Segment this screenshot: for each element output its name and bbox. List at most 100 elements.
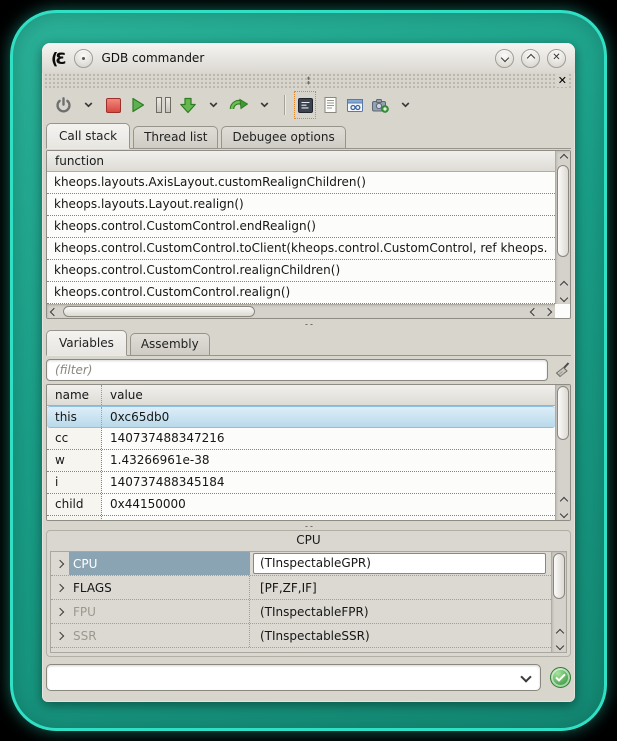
tab-thread-list[interactable]: Thread list: [133, 126, 218, 148]
gdb-command-input[interactable]: [55, 669, 522, 685]
variables-header-row: name value: [47, 385, 570, 406]
callstack-row[interactable]: kheops.control.CustomControl.endRealign(…: [47, 216, 555, 238]
cpu-vertical-scrollbar[interactable]: [551, 552, 566, 652]
cpu-row-flags[interactable]: FLAGS [PF,ZF,IF]: [51, 576, 551, 600]
scroll-left-button[interactable]: [47, 305, 61, 319]
step-in-button[interactable]: [179, 93, 197, 117]
stop-button[interactable]: [104, 93, 122, 117]
filter-row: [46, 358, 571, 382]
variable-row[interactable]: w 1.43266961e-38: [47, 450, 555, 472]
tab-call-stack[interactable]: Call stack: [46, 123, 130, 149]
callstack-row[interactable]: kheops.layouts.AxisLayout.customRealignC…: [47, 172, 555, 194]
variable-name: cc: [47, 428, 102, 449]
variables-list: this 0xc65db0 cc 140737488347216 w 1.432…: [47, 406, 555, 520]
step-in-dropdown-button[interactable]: [204, 93, 222, 117]
chevron-up-icon: [559, 496, 567, 504]
variable-value: 0x44150000: [102, 494, 555, 515]
watch-window-icon: [347, 98, 363, 113]
chevron-down-icon: [84, 102, 93, 108]
pause-button[interactable]: [154, 93, 172, 117]
column-header-value[interactable]: value: [102, 385, 570, 405]
run-button[interactable]: [129, 93, 147, 117]
scroll-up-button[interactable]: [556, 151, 571, 164]
variable-value: 1.43266961e-38: [102, 450, 555, 471]
column-header-name[interactable]: name: [47, 385, 102, 405]
register-value-field[interactable]: (TInspectableGPR): [253, 553, 546, 574]
gdb-command-combobox[interactable]: [46, 664, 541, 691]
dock-close-button[interactable]: ✕: [556, 74, 569, 87]
scroll-right-button[interactable]: [541, 305, 555, 319]
window-menu-button[interactable]: [74, 49, 93, 68]
add-watchpoint-button[interactable]: [371, 93, 389, 117]
camera-plus-icon: [372, 98, 389, 113]
expander-button[interactable]: [51, 609, 69, 615]
power-button[interactable]: [54, 93, 72, 117]
callstack-vertical-scrollbar[interactable]: [555, 151, 570, 304]
tab-assembly[interactable]: Assembly: [130, 333, 210, 355]
clear-filter-broom-icon[interactable]: [554, 362, 571, 378]
variable-row[interactable]: child 0x44150000: [47, 494, 555, 516]
send-command-button[interactable]: [550, 667, 571, 688]
close-window-button[interactable]: ✕: [547, 49, 566, 68]
callstack-row[interactable]: kheops.control.CustomControl.realign(): [47, 282, 555, 304]
scrollbar-thumb[interactable]: [63, 306, 255, 317]
expander-button[interactable]: [51, 585, 69, 591]
curved-arrow-icon: [229, 97, 248, 113]
variable-row[interactable]: cc 140737488347216: [47, 428, 555, 450]
callstack-row[interactable]: kheops.control.CustomControl.realignChil…: [47, 260, 555, 282]
chevron-up-icon: [559, 153, 567, 161]
scroll-up-button[interactable]: [556, 278, 571, 291]
expander-button[interactable]: [51, 633, 69, 639]
callstack-row[interactable]: kheops.control.CustomControl.toClient(kh…: [47, 238, 555, 260]
variable-value: 140737488347216: [102, 428, 555, 449]
chevron-down-icon: [209, 102, 218, 108]
callstack-horizontal-scrollbar[interactable]: [47, 304, 555, 318]
filter-input[interactable]: [46, 359, 548, 381]
show-output-button[interactable]: [321, 93, 339, 117]
register-group-name: FPU: [69, 600, 250, 623]
scroll-down-button[interactable]: [556, 291, 571, 304]
dock-titlebar[interactable]: ✕: [44, 73, 573, 88]
callstack-row[interactable]: kheops.layouts.Layout.realign(): [47, 194, 555, 216]
power-dropdown-button[interactable]: [79, 93, 97, 117]
tab-debugee-options[interactable]: Debugee options: [221, 126, 345, 148]
play-icon: [131, 97, 145, 113]
cpu-row-ssr[interactable]: SSR (TInspectableSSR): [51, 624, 551, 648]
scroll-up-button[interactable]: [552, 626, 567, 639]
step-over-button[interactable]: [229, 93, 248, 117]
unshade-button[interactable]: [521, 49, 540, 68]
scrollbar-thumb[interactable]: [557, 386, 569, 440]
chevron-down-icon: [555, 641, 563, 649]
window-title: GDB commander: [101, 51, 204, 65]
debug-toolbar: [42, 88, 575, 122]
register-value: (TInspectableFPR): [250, 605, 551, 619]
watchpoint-dropdown-button[interactable]: [396, 93, 414, 117]
scroll-down-button[interactable]: [552, 639, 567, 652]
show-watches-button[interactable]: [346, 93, 364, 117]
splitter-handle[interactable]: [46, 319, 571, 329]
tab-variables[interactable]: Variables: [46, 330, 127, 356]
cpu-row-fpu[interactable]: FPU (TInspectableFPR): [51, 600, 551, 624]
chevron-left-icon: [50, 308, 58, 316]
titlebar[interactable]: (Ɛ GDB commander ✕: [42, 43, 575, 73]
cpu-row-cpu[interactable]: CPU (TInspectableGPR): [51, 552, 551, 576]
chevron-down-icon: [260, 102, 269, 108]
scrollbar-thumb[interactable]: [553, 553, 565, 599]
variable-name: i: [47, 472, 102, 493]
variable-row[interactable]: i 140737488345184: [47, 472, 555, 494]
callstack-list: kheops.layouts.AxisLayout.customRealignC…: [47, 172, 555, 304]
variables-vertical-scrollbar[interactable]: [555, 385, 570, 520]
show-cpu-memory-button[interactable]: [296, 93, 314, 117]
expander-button[interactable]: [51, 561, 69, 567]
scroll-up-button[interactable]: [556, 494, 571, 507]
scroll-left-button[interactable]: [527, 305, 541, 319]
callstack-column-header[interactable]: function: [47, 151, 570, 172]
step-over-dropdown-button[interactable]: [255, 93, 273, 117]
variable-row[interactable]: h 1.43266961e-38: [47, 516, 555, 520]
scroll-down-button[interactable]: [556, 507, 571, 520]
scrollbar-thumb[interactable]: [557, 165, 569, 257]
variable-row-selected[interactable]: this 0xc65db0: [47, 406, 555, 428]
variable-value: 1.43266961e-38: [102, 516, 555, 520]
shade-button[interactable]: [495, 49, 514, 68]
chevron-up-icon: [555, 628, 563, 636]
